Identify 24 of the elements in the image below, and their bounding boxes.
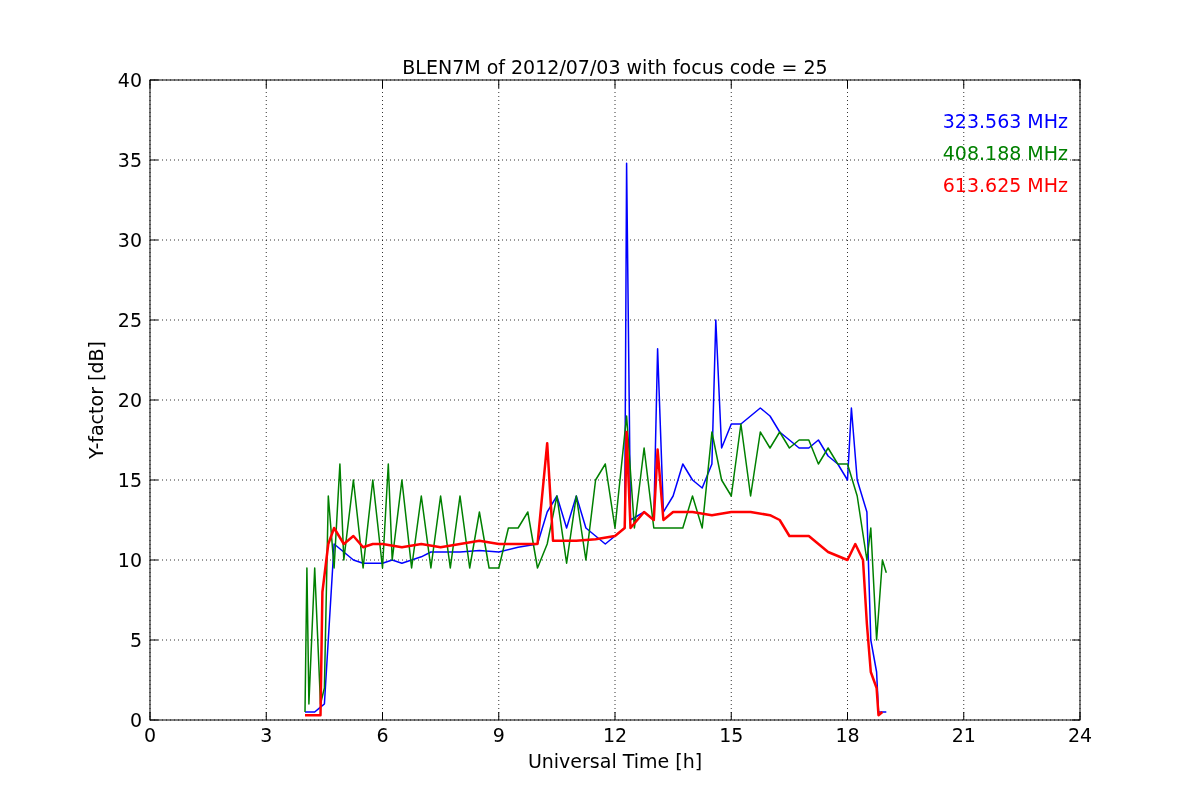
x-tick-label: 6 xyxy=(376,724,389,746)
x-tick-label: 3 xyxy=(260,724,273,746)
legend-label: 323.563 MHz xyxy=(942,110,1068,132)
chart-title: BLEN7M of 2012/07/03 with focus code = 25 xyxy=(402,56,828,78)
y-axis-label: Y-factor [dB] xyxy=(85,341,107,459)
x-tick-label: 12 xyxy=(602,724,628,746)
y-tick-label: 25 xyxy=(117,309,142,331)
y-tick-label: 35 xyxy=(117,149,142,171)
y-tick-label: 5 xyxy=(129,629,142,651)
y-tick-label: 0 xyxy=(129,709,142,731)
x-tick-label: 18 xyxy=(835,724,860,746)
y-tick-label: 20 xyxy=(117,389,142,411)
x-tick-label: 21 xyxy=(951,724,976,746)
x-tick-label: 15 xyxy=(719,724,744,746)
legend-label: 408.188 MHz xyxy=(942,142,1068,164)
y-tick-label: 10 xyxy=(117,549,142,571)
x-tick-label: 0 xyxy=(143,724,157,746)
x-tick-label: 9 xyxy=(492,724,505,746)
legend-label: 613.625 MHz xyxy=(942,174,1068,196)
y-tick-label: 40 xyxy=(117,69,142,91)
x-axis-label: Universal Time [h] xyxy=(527,750,703,772)
y-tick-label: 15 xyxy=(117,469,142,491)
x-tick-label: 24 xyxy=(1067,724,1093,746)
y-tick-label: 30 xyxy=(117,229,142,251)
